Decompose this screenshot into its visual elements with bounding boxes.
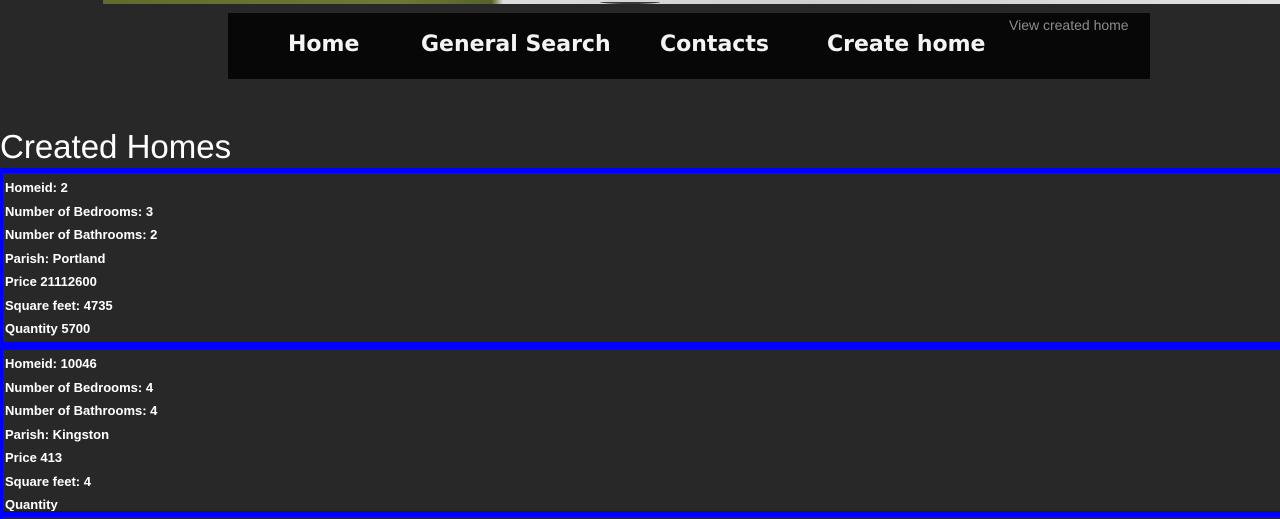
banner-decoration (600, 0, 660, 4)
home-id: Homeid: 10046 (5, 356, 97, 371)
home-card-border-bottom (0, 511, 1280, 517)
home-card: Homeid: 2 Number of Bedrooms: 3 Number o… (0, 168, 1280, 342)
nav-contacts-link[interactable]: Contacts (660, 32, 769, 57)
home-bedrooms: Number of Bedrooms: 3 (5, 203, 154, 219)
home-parish: Parish: Portland (5, 250, 106, 266)
created-homes-list: Homeid: 2 Number of Bedrooms: 3 Number o… (0, 168, 1280, 519)
page-title: Created Homes (0, 128, 232, 165)
home-bedrooms: Number of Bedrooms: 4 (5, 379, 154, 395)
home-square-feet: Square feet: 4 (5, 473, 91, 489)
main-navbar: Home General Search Contacts Create home… (228, 13, 1150, 79)
home-quantity: Quantity 5700 (5, 321, 91, 336)
home-bathrooms: Number of Bathrooms: 4 (5, 403, 158, 418)
home-square-feet: Square feet: 4735 (5, 297, 113, 313)
home-price: Price 413 (5, 450, 63, 465)
home-card: Homeid: 10046 Number of Bedrooms: 4 Numb… (0, 342, 1280, 519)
home-id: Homeid: 2 (5, 180, 68, 195)
nav-general-search-link[interactable]: General Search (421, 32, 611, 57)
nav-home-link[interactable]: Home (288, 32, 359, 57)
nav-view-created-home-link[interactable]: View created home (1009, 17, 1129, 33)
home-price: Price 21112600 (5, 274, 97, 289)
home-bathrooms: Number of Bathrooms: 2 (5, 227, 158, 242)
header-banner-image (103, 0, 1280, 4)
home-parish: Parish: Kingston (5, 426, 110, 442)
nav-create-home-link[interactable]: Create home (827, 32, 985, 57)
